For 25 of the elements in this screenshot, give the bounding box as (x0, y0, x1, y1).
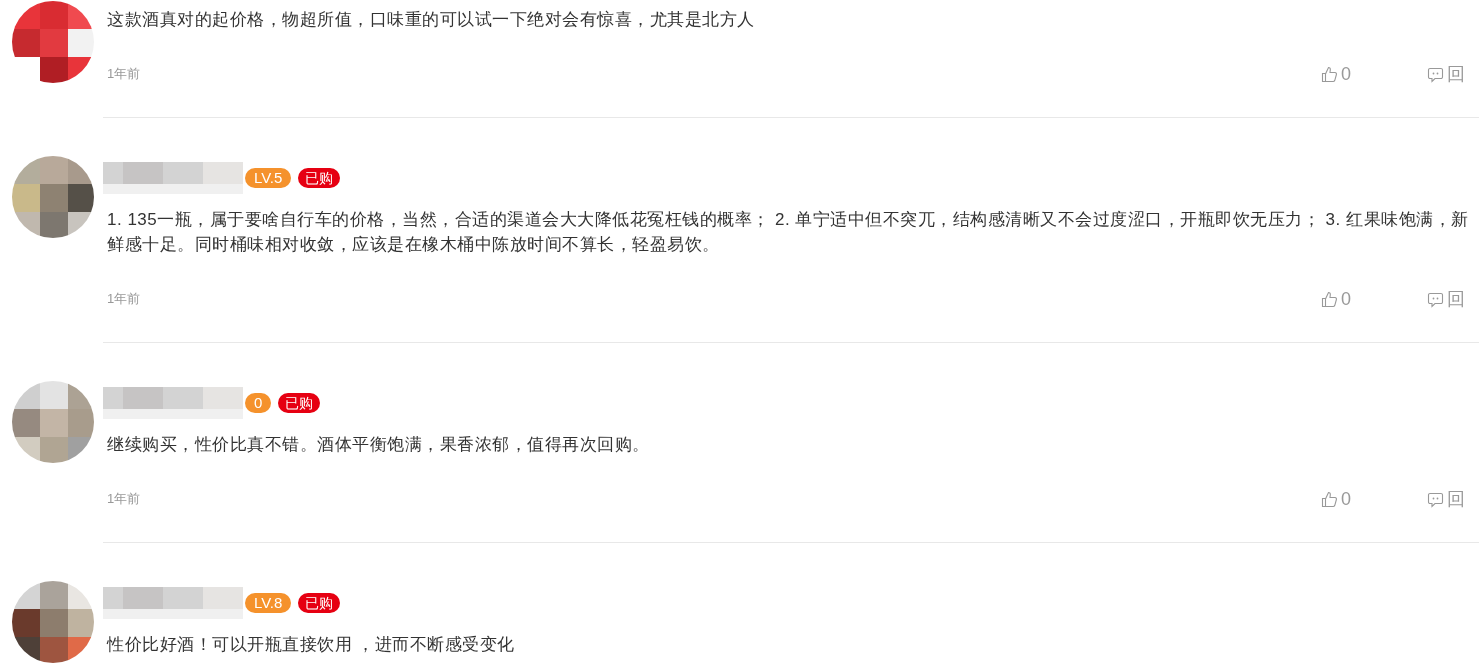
like-button[interactable]: 0 (1321, 488, 1351, 510)
reply-button[interactable]: 回 (1427, 62, 1465, 86)
comment-text: 继续购买，性价比真不错。酒体平衡饱满，果香浓郁，值得再次回购。 (107, 434, 651, 456)
purchased-badge: 已购 (298, 168, 341, 188)
level-badge: 0 (245, 393, 272, 413)
thumbs-up-icon (1321, 490, 1338, 508)
comment-icon (1427, 65, 1444, 83)
thumbs-up-icon (1321, 65, 1338, 83)
timestamp: 1年前 (107, 290, 141, 308)
comment-icon (1427, 490, 1444, 508)
like-button[interactable]: 0 (1321, 63, 1351, 85)
timestamp: 1年前 (107, 65, 141, 83)
level-badge: LV.5 (245, 168, 292, 188)
comment-text: 性价比好酒！可以开瓶直接饮用 ，进而不断感受变化 (107, 634, 516, 656)
comment-text: 1. 135一瓶，属于要啥自行车的价格，当然，合适的渠道会大大降低花冤枉钱的概率； 2. 单宁适中但不突兀，结构感清晰又不会过度涩口，开瓶即饮无压力； 3. 红果味饱满，新鲜感十足。同时桶味相对收敛，应该是在橡木桶中陈放时间不算长，轻盈易饮。 (107, 209, 1470, 256)
purchased-badge: 已购 (278, 393, 321, 413)
thumbs-up-icon (1321, 290, 1338, 308)
purchased-badge: 已购 (298, 593, 341, 613)
reply-button[interactable]: 回 (1427, 487, 1465, 511)
like-button[interactable]: 0 (1321, 288, 1351, 310)
comment-icon (1427, 290, 1444, 308)
timestamp: 1年前 (107, 490, 141, 508)
reply-button[interactable]: 回 (1427, 287, 1465, 311)
comment-text: 这款酒真对的起价格，物超所值，口味重的可以试一下绝对会有惊喜，尤其是北方人 (107, 9, 756, 31)
level-badge: LV.8 (245, 593, 292, 613)
